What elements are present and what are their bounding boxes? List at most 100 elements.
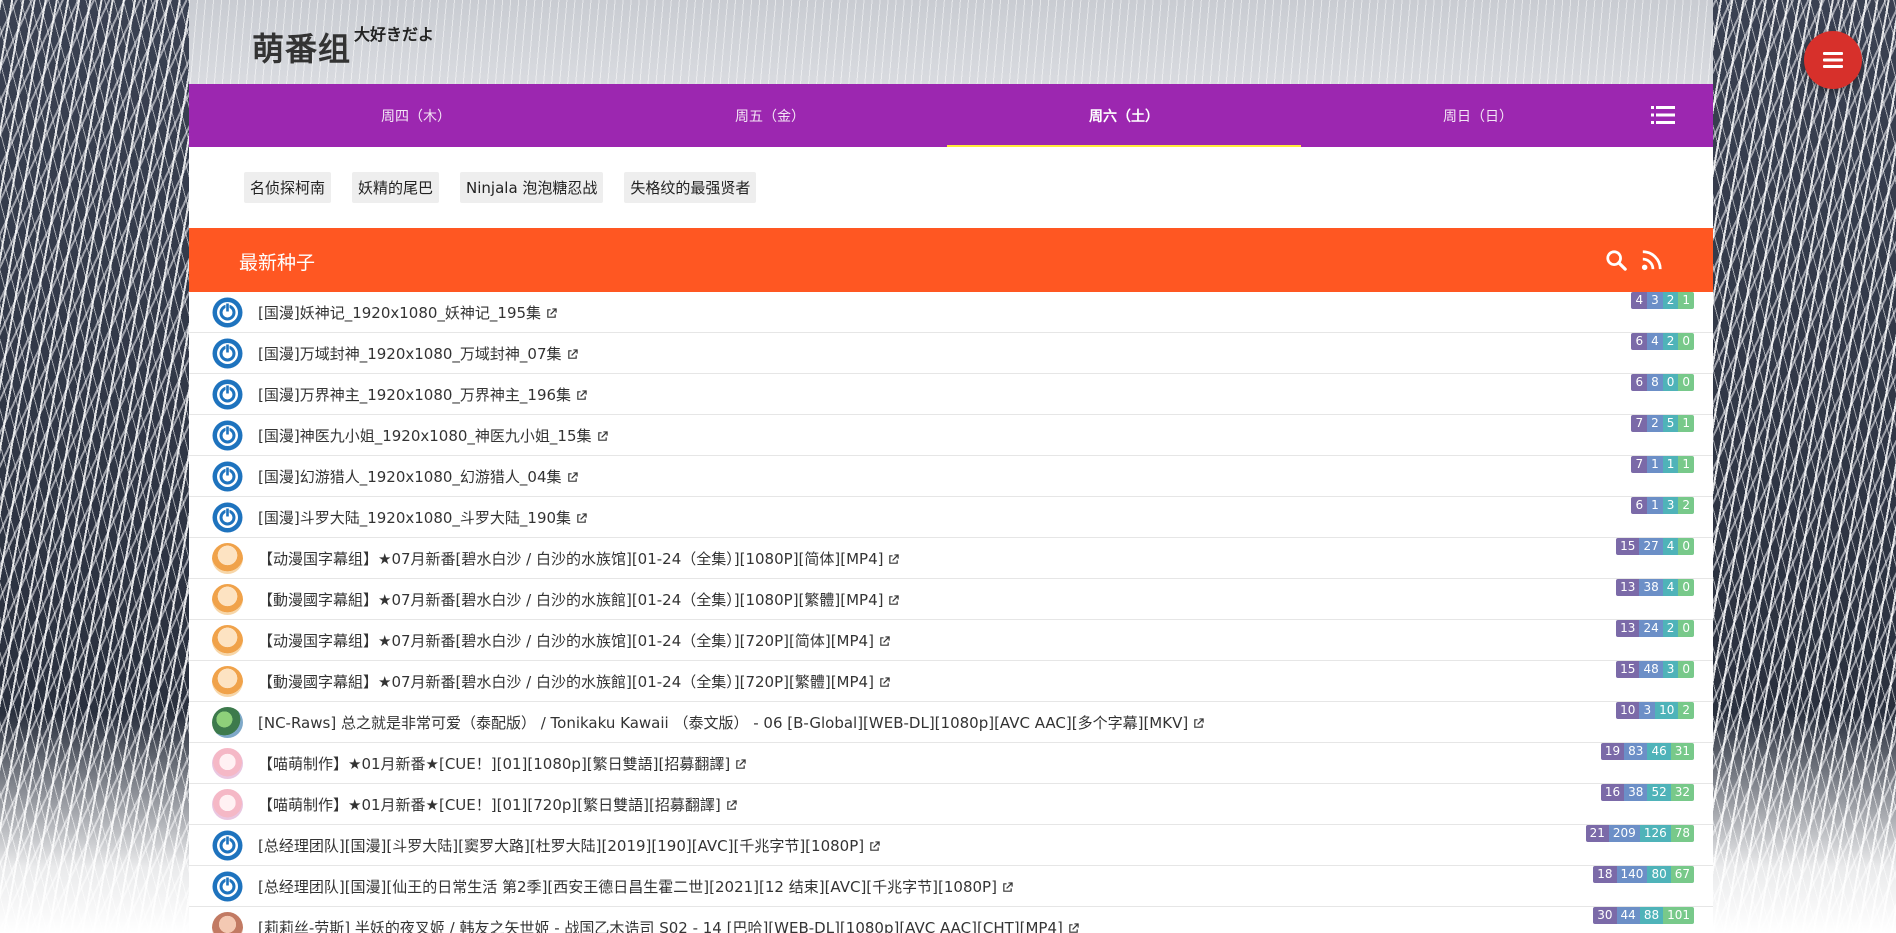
site-title[interactable]: 萌番组 <box>252 24 351 70</box>
tab-saturday[interactable]: 周六（土） <box>947 84 1301 147</box>
torrent-title[interactable]: 【动漫国字幕组】★07月新番[碧水白沙 / 白沙的水族馆][01-24（全集）]… <box>258 630 890 651</box>
external-link-icon[interactable] <box>869 841 880 852</box>
peer-counts: 10 3 10 2 <box>1616 702 1694 719</box>
external-link-icon[interactable] <box>1193 718 1204 729</box>
external-link-icon[interactable] <box>735 759 746 770</box>
external-link-icon[interactable] <box>1002 882 1013 893</box>
external-link-icon[interactable] <box>726 800 737 811</box>
power-icon <box>212 871 243 902</box>
power-icon <box>212 502 243 533</box>
peer-counts: 18 140 80 67 <box>1593 866 1694 883</box>
external-link-icon[interactable] <box>567 472 578 483</box>
table-row[interactable]: [国漫]万界神主_1920x1080_万界神主_196集 6 8 0 0 <box>189 374 1713 415</box>
torrent-title-text: [国漫]神医九小姐_1920x1080_神医九小姐_15集 <box>258 427 592 445</box>
external-link-icon[interactable] <box>888 554 900 565</box>
tab-sunday[interactable]: 周日（日） <box>1301 84 1655 147</box>
table-row[interactable]: 【动漫国字幕组】★07月新番[碧水白沙 / 白沙的水族馆][01-24（全集）]… <box>189 538 1713 579</box>
torrent-title[interactable]: [NC-Raws] 总之就是非常可爱（泰配版） / Tonikaku Kawai… <box>258 712 1204 733</box>
count-badge: 0 <box>1678 620 1694 637</box>
tag-item[interactable]: 妖精的尾巴 <box>352 172 440 203</box>
external-link-icon[interactable] <box>567 349 578 360</box>
table-row[interactable]: [总经理团队][国漫][斗罗大陆][窦罗大路][杜罗大陆][2019][190]… <box>189 825 1713 866</box>
count-badge: 38 <box>1639 579 1663 596</box>
torrent-title[interactable]: [国漫]万域封神_1920x1080_万域封神_07集 <box>258 343 578 364</box>
count-badge: 46 <box>1647 743 1671 760</box>
count-badge: 52 <box>1647 784 1671 801</box>
count-badge: 0 <box>1678 374 1694 391</box>
peer-counts: 4321 <box>1631 292 1694 309</box>
count-badge: 10 <box>1616 702 1640 719</box>
external-link-icon[interactable] <box>546 308 557 319</box>
torrent-title[interactable]: [国漫]神医九小姐_1920x1080_神医九小姐_15集 <box>258 425 608 446</box>
peer-counts: 19 83 46 31 <box>1600 743 1694 760</box>
external-link-icon[interactable] <box>888 595 900 606</box>
count-badge: 18 <box>1593 866 1617 883</box>
external-link-icon[interactable] <box>879 636 890 647</box>
count-badge: 78 <box>1670 825 1694 842</box>
rss-icon[interactable] <box>1641 249 1663 271</box>
external-link-icon[interactable] <box>1068 923 1079 933</box>
bangumi-tags: 名侦探柯南 妖精的尾巴 Ninjala 泡泡糖忍战 失格纹的最强贤者 <box>189 147 1713 228</box>
power-icon <box>212 338 243 369</box>
tag-item[interactable]: 名侦探柯南 <box>244 172 332 203</box>
external-link-icon[interactable] <box>879 677 890 688</box>
torrent-title[interactable]: 【喵萌制作】★01月新番★[CUE！][01][1080p][繁日雙語][招募翻… <box>258 753 746 774</box>
count-badge: 126 <box>1639 825 1671 842</box>
avatar <box>212 748 243 779</box>
torrent-title[interactable]: [国漫]幻游猎人_1920x1080_幻游猎人_04集 <box>258 466 578 487</box>
table-row[interactable]: 【動漫國字幕組】★07月新番[碧水白沙 / 白沙的水族館][01-24（全集）]… <box>189 661 1713 702</box>
table-row[interactable]: [国漫]幻游猎人_1920x1080_幻游猎人_04集 7 1 1 1 <box>189 456 1713 497</box>
list-icon[interactable] <box>1651 105 1675 125</box>
torrent-title[interactable]: [总经理团队][国漫][仙王的日常生活 第2季][西安王德日昌生霍二世][202… <box>258 876 1013 897</box>
external-link-icon[interactable] <box>597 431 608 442</box>
external-link-icon[interactable] <box>576 390 587 401</box>
external-link-icon[interactable] <box>576 513 587 524</box>
count-badge: 6 <box>1631 374 1648 391</box>
table-row[interactable]: [总经理团队][国漫][仙王的日常生活 第2季][西安王德日昌生霍二世][202… <box>189 866 1713 907</box>
count-badge: 4 <box>1647 333 1663 350</box>
tab-friday[interactable]: 周五（金） <box>593 84 947 147</box>
torrent-title-text: 【喵萌制作】★01月新番★[CUE！][01][1080p][繁日雙語][招募翻… <box>258 755 731 773</box>
torrent-title[interactable]: [莉莉丝-劳斯] 半妖的夜叉姬 / 韩友之矢世姬 - 战国乙木诰司 S02 - … <box>258 917 1079 933</box>
table-row[interactable]: 【喵萌制作】★01月新番★[CUE！][01][1080p][繁日雙語][招募翻… <box>189 743 1713 784</box>
table-row[interactable]: 【动漫国字幕组】★07月新番[碧水白沙 / 白沙的水族馆][01-24（全集）]… <box>189 620 1713 661</box>
torrent-title[interactable]: 【動漫國字幕組】★07月新番[碧水白沙 / 白沙的水族館][01-24（全集）]… <box>258 589 900 610</box>
table-row[interactable]: 【喵萌制作】★01月新番★[CUE！][01][720p][繁日雙語][招募翻譯… <box>189 784 1713 825</box>
count-badge: 2 <box>1662 333 1679 350</box>
count-badge: 3 <box>1639 702 1656 719</box>
torrent-title[interactable]: [总经理团队][国漫][斗罗大陆][窦罗大路][杜罗大陆][2019][190]… <box>258 835 880 856</box>
count-badge: 0 <box>1678 538 1694 555</box>
peer-counts: 15 27 4 0 <box>1616 538 1694 555</box>
count-badge: 2 <box>1662 292 1679 309</box>
tag-item[interactable]: Ninjala 泡泡糖忍战 <box>460 172 604 203</box>
tag-item[interactable]: 失格纹的最强贤者 <box>624 172 757 203</box>
torrent-title[interactable]: 【动漫国字幕组】★07月新番[碧水白沙 / 白沙的水族馆][01-24（全集）]… <box>258 548 900 569</box>
table-row[interactable]: [国漫]妖神记_1920x1080_妖神记_195集 4 3 2 1 <box>189 292 1713 333</box>
torrent-title[interactable]: [国漫]妖神记_1920x1080_妖神记_195集 <box>258 302 557 323</box>
count-badge: 1 <box>1678 456 1694 473</box>
search-icon[interactable] <box>1605 249 1627 271</box>
power-icon <box>212 379 243 410</box>
torrent-title[interactable]: 【動漫國字幕組】★07月新番[碧水白沙 / 白沙的水族館][01-24（全集）]… <box>258 671 890 692</box>
count-badge: 2 <box>1647 415 1663 432</box>
menu-fab-button[interactable] <box>1804 31 1862 89</box>
avatar <box>212 912 243 933</box>
count-badge: 0 <box>1678 333 1694 350</box>
avatar <box>212 625 243 656</box>
count-badge: 30 <box>1593 907 1617 924</box>
table-row[interactable]: 【動漫國字幕組】★07月新番[碧水白沙 / 白沙的水族館][01-24（全集）]… <box>189 579 1713 620</box>
table-row[interactable]: [国漫]斗罗大陆_1920x1080_斗罗大陆_190集 6 1 3 2 <box>189 497 1713 538</box>
count-badge: 32 <box>1670 784 1694 801</box>
torrent-title[interactable]: [国漫]万界神主_1920x1080_万界神主_196集 <box>258 384 587 405</box>
torrent-title[interactable]: [国漫]斗罗大陆_1920x1080_斗罗大陆_190集 <box>258 507 587 528</box>
count-badge: 2 <box>1662 620 1679 637</box>
power-icon <box>212 297 243 328</box>
peer-counts: 6132 <box>1631 497 1694 514</box>
menu-icon <box>1823 52 1843 68</box>
table-row[interactable]: [莉莉丝-劳斯] 半妖的夜叉姬 / 韩友之矢世姬 - 战国乙木诰司 S02 - … <box>189 907 1713 933</box>
tab-thursday[interactable]: 周四（木） <box>239 84 593 147</box>
table-row[interactable]: [国漫]万域封神_1920x1080_万域封神_07集 6 4 2 0 <box>189 333 1713 374</box>
table-row[interactable]: [NC-Raws] 总之就是非常可爱（泰配版） / Tonikaku Kawai… <box>189 702 1713 743</box>
table-row[interactable]: [国漫]神医九小姐_1920x1080_神医九小姐_15集 7 2 5 1 <box>189 415 1713 456</box>
torrent-title[interactable]: 【喵萌制作】★01月新番★[CUE！][01][720p][繁日雙語][招募翻譯… <box>258 794 737 815</box>
